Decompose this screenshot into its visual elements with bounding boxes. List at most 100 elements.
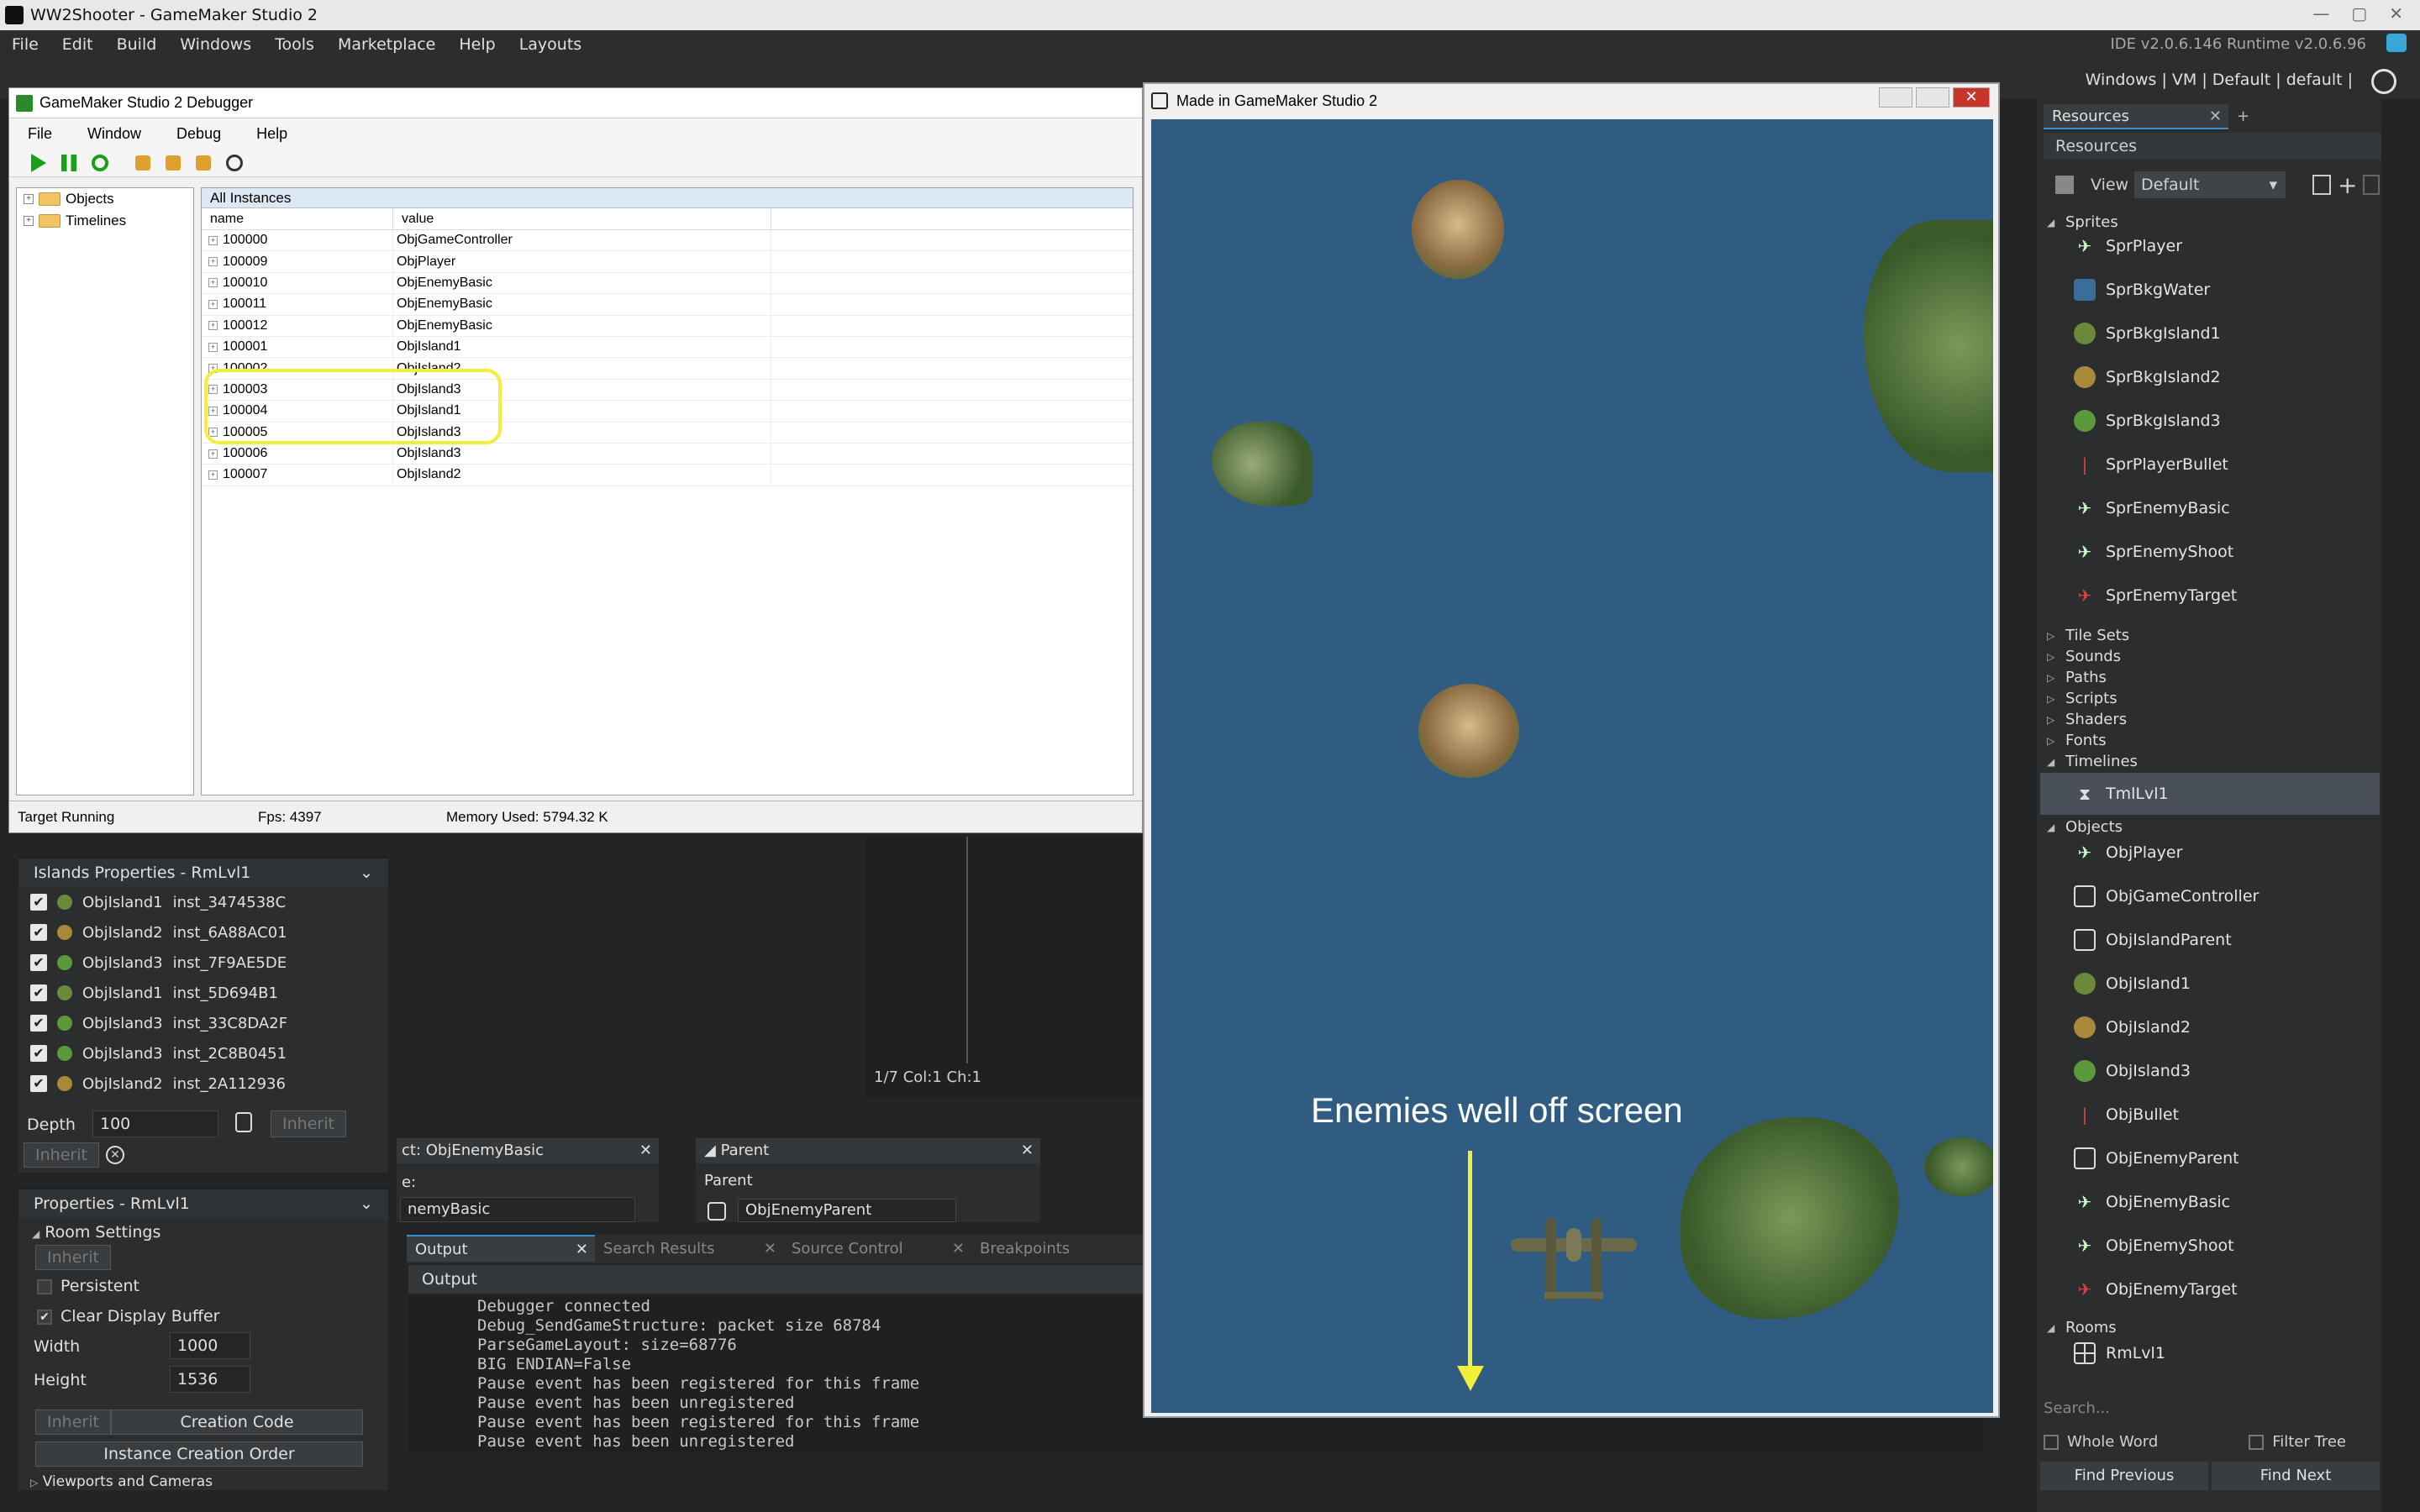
close-icon[interactable]: ✕ [952, 1240, 965, 1257]
instance-creation-order-button[interactable]: Instance Creation Order [35, 1441, 363, 1467]
restore-icon[interactable]: ▢ [2351, 3, 2367, 24]
game-viewport[interactable] [1151, 119, 1993, 1413]
find-previous-button[interactable]: Find Previous [2040, 1462, 2208, 1490]
minimize-button[interactable] [1879, 87, 1912, 108]
filter-tree-checkbox[interactable]: Filter Tree [2249, 1433, 2346, 1451]
restart-icon[interactable] [92, 154, 108, 171]
inherit-layer-button[interactable]: Inherit [24, 1142, 99, 1168]
group-shaders[interactable]: ▷ Shaders [2047, 711, 2127, 728]
step-over-icon[interactable] [166, 155, 181, 171]
debugger-menu-debug[interactable]: Debug [176, 125, 221, 143]
resource-item[interactable]: ObjIsland2 [2074, 1015, 2191, 1040]
resource-item[interactable]: RmLvl1 [2074, 1341, 2165, 1366]
tab-search-results[interactable]: Search Results ✕ [595, 1235, 783, 1262]
close-icon[interactable]: ✕ [576, 1241, 588, 1258]
view-select[interactable]: Default ▾ [2134, 171, 2286, 198]
expand-icon[interactable]: + [24, 216, 34, 226]
resource-item[interactable]: ObjIslandParent [2074, 927, 2232, 953]
tree-item-objects[interactable]: + Objects [17, 188, 193, 210]
resource-item[interactable]: ObjGameController [2074, 884, 2259, 909]
group-scripts[interactable]: ▷ Scripts [2047, 690, 2118, 707]
instance-row[interactable]: ✔ ObjIsland1 inst_3474538C [18, 887, 388, 917]
minimize-icon[interactable]: — [2312, 3, 2329, 24]
height-input[interactable]: 1536 [170, 1366, 250, 1393]
checkbox-checked[interactable]: ✔ [30, 1045, 47, 1062]
checkbox-checked[interactable]: ✔ [30, 984, 47, 1001]
whole-word-checkbox[interactable]: Whole Word [2044, 1433, 2158, 1451]
close-icon[interactable]: ✕ [639, 1138, 652, 1163]
checkbox-checked[interactable]: ✔ [30, 1075, 47, 1092]
tree-item-timelines[interactable]: + Timelines [17, 210, 193, 232]
menu-build[interactable]: Build [105, 35, 169, 54]
expand-icon[interactable]: + [208, 235, 218, 245]
menu-edit[interactable]: Edit [50, 35, 105, 54]
group-timelines[interactable]: ◢ Timelines [2047, 753, 2138, 770]
depth-input[interactable]: 100 [92, 1110, 218, 1137]
group-tilesets[interactable]: ▷ Tile Sets [2047, 627, 2129, 644]
islands-panel-header[interactable]: Islands Properties - RmLvl1 ⌄ [18, 857, 388, 887]
clear-icon[interactable]: ✕ [106, 1146, 124, 1164]
table-row[interactable]: +100007 ObjIsland2 [202, 465, 1133, 486]
expand-icon[interactable]: + [208, 278, 218, 288]
tab-breakpoints[interactable]: Breakpoints [971, 1235, 1160, 1262]
resource-item[interactable]: ✈ ObjEnemyShoot [2074, 1233, 2234, 1258]
room-properties-header[interactable]: Properties - RmLvl1 ⌄ [18, 1188, 388, 1218]
add-icon[interactable]: + [2338, 171, 2357, 199]
debugger-menu-file[interactable]: File [28, 125, 52, 143]
instance-row[interactable]: ✔ ObjIsland2 inst_2A112936 [18, 1068, 388, 1099]
parent-select[interactable]: ObjEnemyParent [738, 1199, 956, 1222]
resource-item[interactable]: | SprPlayerBullet [2074, 452, 2228, 477]
room-settings-section[interactable]: ◢ Room Settings [32, 1223, 160, 1242]
lock-icon[interactable] [235, 1112, 252, 1132]
expand-icon[interactable]: + [208, 299, 218, 309]
viewports-section[interactable]: ▷ Viewports and Cameras [30, 1473, 213, 1490]
menu-windows[interactable]: Windows [168, 35, 263, 54]
menu-file[interactable]: File [0, 35, 50, 54]
instance-row[interactable]: ✔ ObjIsland3 inst_7F9AE5DE [18, 948, 388, 978]
play-icon[interactable] [31, 153, 46, 172]
resource-item[interactable]: SprBkgIsland3 [2074, 408, 2221, 433]
checkbox-checked[interactable]: ✔ [30, 954, 47, 971]
resource-search-input[interactable]: Search... [2044, 1399, 2110, 1417]
resource-item[interactable]: ✈ SprEnemyBasic [2074, 496, 2230, 521]
resource-item[interactable]: ✈ ObjEnemyTarget [2074, 1277, 2238, 1302]
group-sprites[interactable]: ◢ Sprites [2047, 213, 2118, 231]
table-row[interactable]: +100001 ObjIsland1 [202, 336, 1133, 359]
step-into-icon[interactable] [135, 155, 150, 171]
hammer-icon[interactable] [2055, 176, 2074, 194]
table-row[interactable]: +100006 ObjIsland3 [202, 443, 1133, 465]
close-icon[interactable]: ✕ [764, 1240, 776, 1257]
group-sounds[interactable]: ▷ Sounds [2047, 648, 2121, 665]
resource-item[interactable]: ObjIsland3 [2074, 1058, 2191, 1084]
persistent-checkbox[interactable]: Persistent [37, 1277, 139, 1295]
group-fonts[interactable]: ▷ Fonts [2047, 732, 2107, 749]
checkbox-checked[interactable]: ✔ [30, 1015, 47, 1032]
resource-item[interactable]: ✈ SprEnemyTarget [2074, 583, 2238, 608]
realtime-icon[interactable] [226, 154, 243, 171]
instance-row[interactable]: ✔ ObjIsland1 inst_5D694B1 [18, 978, 388, 1008]
inherit-depth-button[interactable]: Inherit [271, 1110, 346, 1137]
maximize-button[interactable] [1916, 87, 1949, 108]
checkbox-checked[interactable]: ✔ [30, 894, 47, 911]
menu-layouts[interactable]: Layouts [508, 35, 594, 54]
menu-help[interactable]: Help [447, 35, 507, 54]
close-tab-icon[interactable]: ✕ [2209, 108, 2222, 125]
find-next-button[interactable]: Find Next [2212, 1462, 2380, 1490]
checkbox-checked[interactable]: ✔ [30, 924, 47, 941]
resource-item[interactable]: SprBkgWater [2074, 277, 2210, 302]
step-out-icon[interactable] [196, 155, 211, 171]
menu-tools[interactable]: Tools [263, 35, 326, 54]
target-icon[interactable] [2371, 69, 2396, 94]
expand-icon[interactable]: + [208, 449, 218, 459]
column-value[interactable]: value [393, 208, 771, 229]
inherit-code-button[interactable]: Inherit [35, 1410, 111, 1435]
debugger-menu-window[interactable]: Window [87, 125, 141, 143]
tab-source-control[interactable]: Source Control ✕ [783, 1235, 971, 1262]
instance-row[interactable]: ✔ ObjIsland2 inst_6A88AC01 [18, 917, 388, 948]
resource-item[interactable]: ✈ SprEnemyShoot [2074, 539, 2234, 564]
close-icon[interactable]: ✕ [1021, 1138, 1034, 1163]
chat-icon[interactable] [2386, 34, 2407, 52]
resource-item[interactable]: SprBkgIsland1 [2074, 321, 2221, 346]
table-row[interactable]: +100000 ObjGameController [202, 230, 1133, 252]
group-objects[interactable]: ◢ Objects [2047, 818, 2123, 836]
